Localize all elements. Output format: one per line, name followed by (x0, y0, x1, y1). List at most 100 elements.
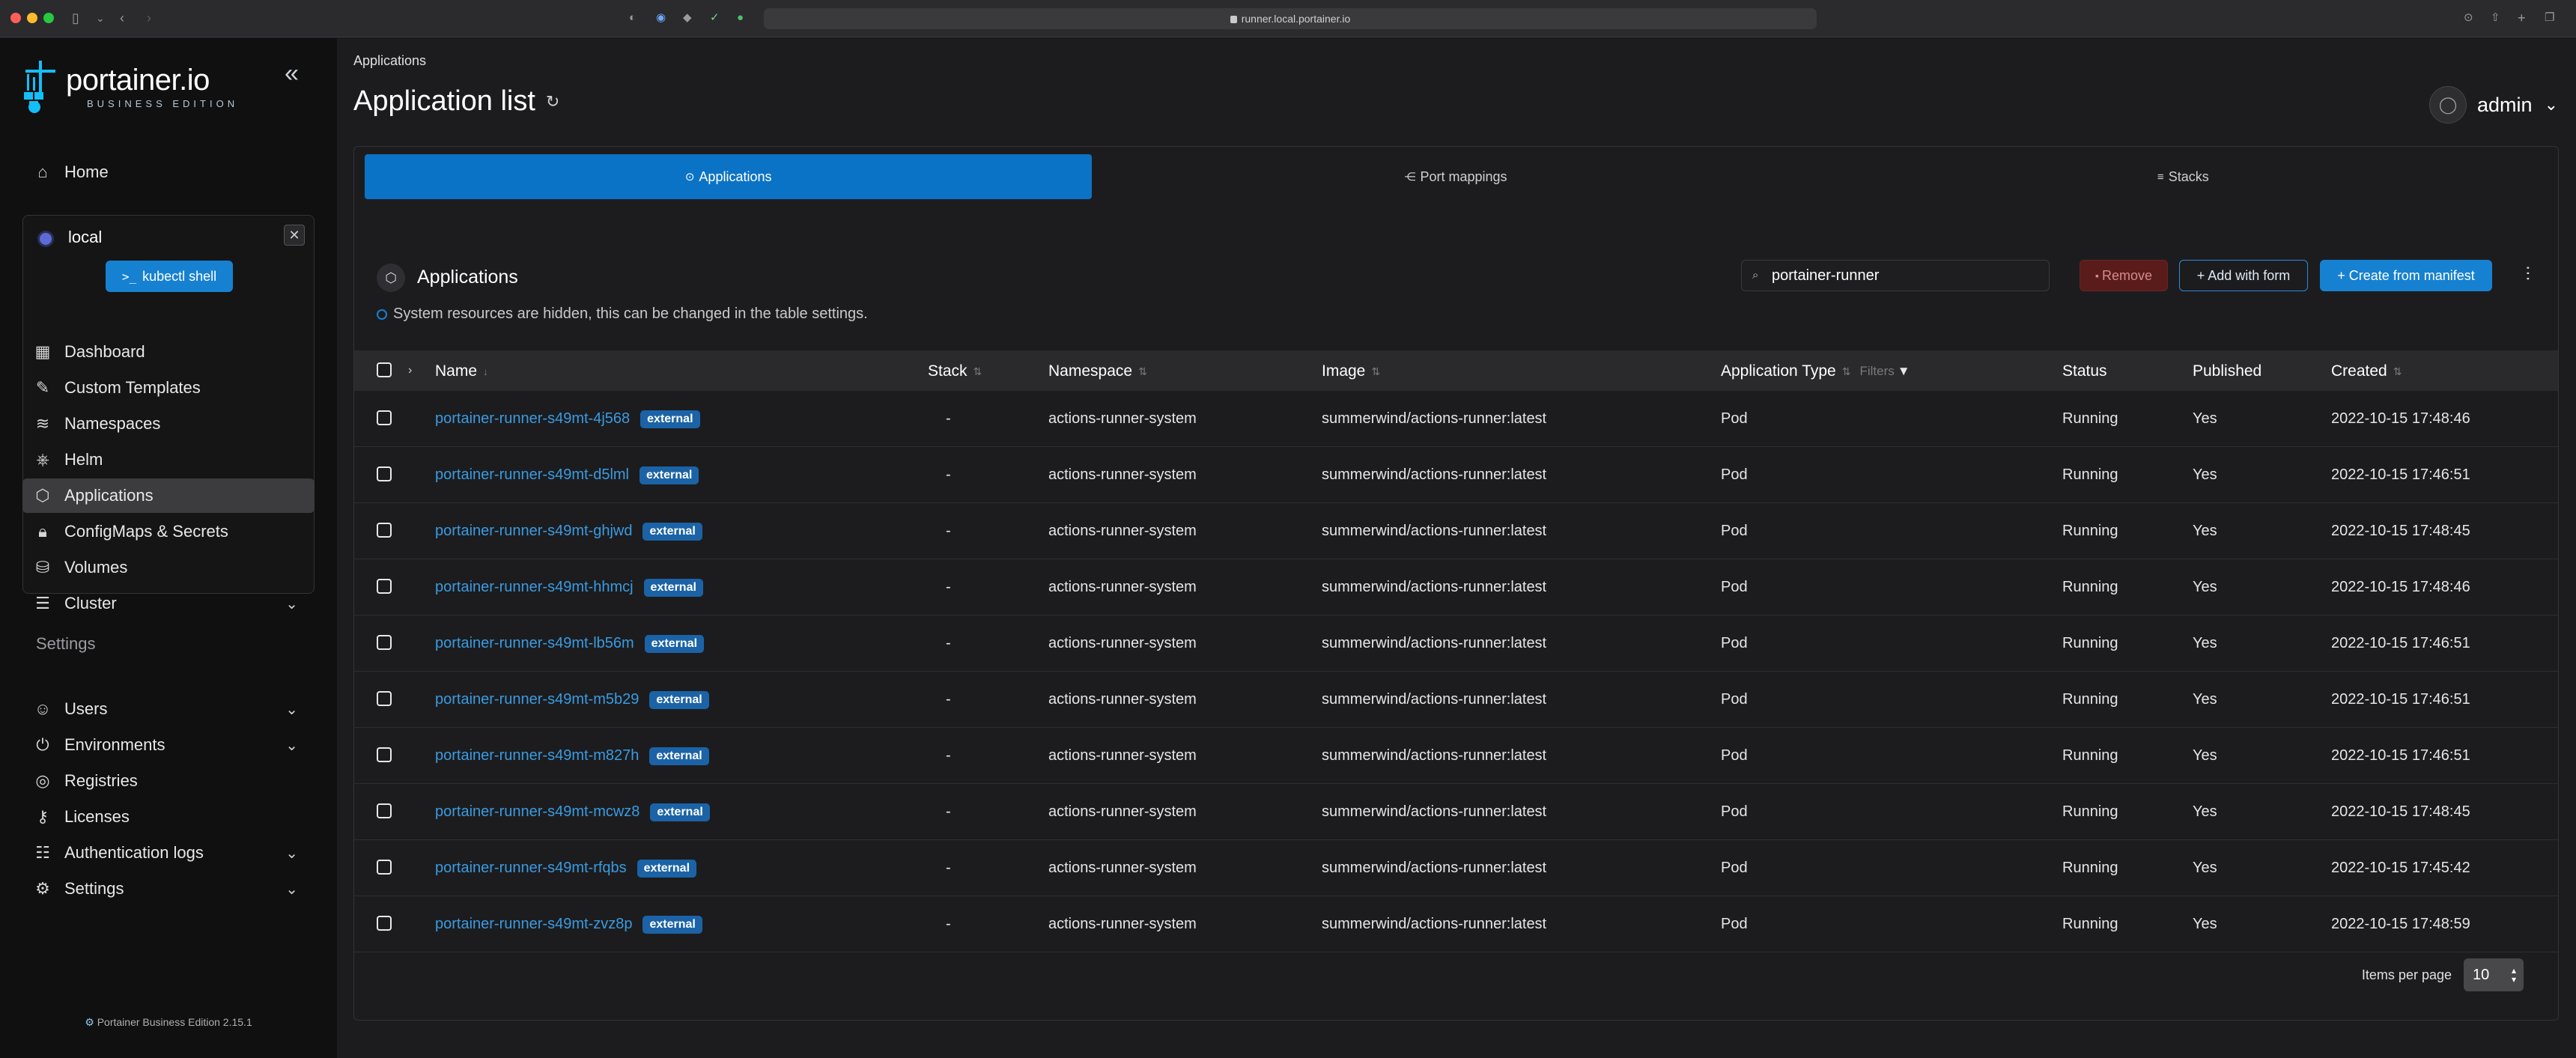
application-link[interactable]: portainer-runner-s49mt-ghjwd (435, 523, 632, 539)
extension-icon[interactable]: ◉ (656, 10, 666, 25)
key-icon: ⚷ (36, 807, 49, 826)
forward-icon[interactable]: › (147, 10, 151, 25)
column-header-application-type[interactable]: Application Type ⇅ Filters ▼ (1721, 362, 1910, 380)
application-link[interactable]: portainer-runner-s49mt-lb56m (435, 635, 634, 651)
minimize-window-button[interactable] (27, 13, 37, 23)
tab-port-mappings[interactable]: ⋲ Port mappings (1092, 154, 1819, 199)
column-header-namespace[interactable]: Namespace ⇅ (1048, 362, 1147, 380)
row-checkbox[interactable] (377, 747, 392, 762)
column-header-stack[interactable]: Stack ⇅ (928, 362, 982, 380)
status-cell: Running (2062, 860, 2118, 876)
filters-toggle[interactable]: Filters ▼ (1859, 364, 1910, 379)
close-environment-icon[interactable]: ✕ (284, 225, 305, 246)
sidebar-item-custom-templates[interactable]: ✎ Custom Templates (22, 371, 315, 405)
sidebar-item-users[interactable]: ☺ Users ⌄ (22, 692, 315, 726)
collapse-sidebar-icon[interactable]: « (285, 61, 299, 86)
search-input[interactable] (1772, 267, 2041, 285)
row-checkbox[interactable] (377, 410, 392, 425)
back-icon[interactable]: ‹ (120, 10, 124, 25)
row-checkbox[interactable] (377, 916, 392, 931)
version-footer: ⚙ Portainer Business Edition 2.15.1 (0, 1016, 337, 1029)
published-cell: Yes (2193, 747, 2217, 764)
edit-icon: ✎ (35, 378, 50, 397)
sidebar-item-dashboard[interactable]: ▦ Dashboard (22, 335, 315, 369)
stack-cell: - (946, 916, 951, 932)
image-cell: summerwind/actions-runner:latest (1322, 916, 1547, 932)
sidebar-item-namespaces[interactable]: ≋ Namespaces (22, 407, 315, 441)
row-checkbox[interactable] (377, 860, 392, 875)
row-checkbox[interactable] (377, 523, 392, 538)
row-checkbox[interactable] (377, 635, 392, 650)
chevron-down-icon[interactable]: ⌄ (96, 10, 105, 25)
sidebar-toggle-icon[interactable]: ▯ (72, 10, 79, 25)
logo-subtitle: BUSINESS EDITION (87, 98, 239, 109)
namespace-cell: actions-runner-system (1048, 579, 1197, 595)
remove-button[interactable]: ▪ Remove (2080, 260, 2168, 291)
extension-icon[interactable]: ● (737, 10, 744, 25)
application-link[interactable]: portainer-runner-s49mt-zvz8p (435, 916, 632, 932)
application-link[interactable]: portainer-runner-s49mt-rfqbs (435, 860, 627, 876)
application-link[interactable]: portainer-runner-s49mt-mcwz8 (435, 803, 640, 820)
column-header-created[interactable]: Created ⇅ (2331, 362, 2402, 380)
url-text: runner.local.portainer.io (1241, 13, 1351, 25)
row-checkbox[interactable] (377, 803, 392, 818)
sidebar-item-cluster[interactable]: ☰ Cluster ⌄ (22, 586, 315, 621)
column-header-name[interactable]: Name ↓ (435, 362, 488, 380)
row-checkbox[interactable] (377, 691, 392, 706)
name-cell: portainer-runner-s49mt-ghjwd external (435, 523, 702, 541)
portainer-logo-icon (24, 61, 55, 113)
sidebar-item-configmaps-secrets[interactable]: 🔒︎ ConfigMaps & Secrets (22, 514, 315, 549)
column-header-status: Status (2062, 362, 2107, 380)
select-all-checkbox[interactable] (377, 362, 392, 377)
sidebar-item-applications[interactable]: ⬡ Applications (22, 478, 315, 513)
application-link[interactable]: portainer-runner-s49mt-m5b29 (435, 691, 639, 708)
version-text: Portainer Business Edition 2.15.1 (97, 1016, 252, 1028)
zoom-window-button[interactable] (43, 13, 54, 23)
items-per-page-select[interactable]: 10 ▴ ▾ (2464, 958, 2524, 991)
external-badge: external (640, 410, 700, 428)
environment-name: local (68, 228, 103, 246)
tabs-overview-icon[interactable]: ❐ (2545, 10, 2554, 25)
column-header-image[interactable]: Image ⇅ (1322, 362, 1380, 380)
download-icon[interactable]: ⊙ (2464, 10, 2473, 25)
add-with-form-button[interactable]: + Add with form (2179, 260, 2308, 291)
extension-icon[interactable]: ◆ (683, 10, 692, 25)
sidebar-item-licenses[interactable]: ⚷ Licenses (22, 800, 315, 834)
sidebar-item-home[interactable]: ⌂ Home (22, 155, 315, 189)
create-from-manifest-button[interactable]: + Create from manifest (2320, 260, 2492, 291)
stack-cell: - (946, 747, 951, 764)
share-icon[interactable]: ⇧ (2491, 10, 2500, 25)
tab-applications[interactable]: ⊙ Applications (365, 154, 1093, 199)
sidebar-item-helm[interactable]: ⎈ Helm (22, 443, 315, 477)
expand-all-icon[interactable]: › (408, 364, 412, 377)
row-checkbox[interactable] (377, 466, 392, 481)
sidebar-item-authentication-logs[interactable]: ☷ Authentication logs ⌄ (22, 836, 315, 870)
extension-icon[interactable]: ✓ (710, 10, 720, 25)
sidebar-item-volumes[interactable]: ⛁ Volumes (22, 550, 315, 585)
table-row: portainer-runner-s49mt-m5b29 external - act… (354, 672, 2558, 728)
application-link[interactable]: portainer-runner-s49mt-4j568 (435, 410, 630, 427)
shield-icon[interactable]: ◐ (629, 10, 636, 25)
kubectl-shell-button[interactable]: >_ kubectl shell (106, 261, 233, 292)
portainer-logo[interactable]: portainer.io BUSINESS EDITION (22, 59, 262, 115)
refresh-icon[interactable]: ↻ (546, 92, 559, 112)
search-field[interactable]: ⌕ (1741, 260, 2050, 291)
application-link[interactable]: portainer-runner-s49mt-m827h (435, 747, 639, 764)
created-cell: 2022-10-15 17:48:46 (2331, 579, 2470, 595)
name-cell: portainer-runner-s49mt-d5lml external (435, 466, 699, 484)
sidebar-item-registries[interactable]: ◎ Registries (22, 764, 315, 798)
close-window-button[interactable] (10, 13, 21, 23)
address-bar[interactable]: runner.local.portainer.io (764, 8, 1817, 29)
sidebar-item-environments[interactable]: ⏻ Environments ⌄ (22, 728, 315, 762)
application-link[interactable]: portainer-runner-s49mt-d5lml (435, 466, 629, 483)
tab-stacks[interactable]: ≡ Stacks (1820, 154, 2547, 199)
user-menu[interactable]: ◯ admin ⌄ (2429, 86, 2558, 124)
breadcrumb[interactable]: Applications (353, 53, 426, 69)
more-options-icon[interactable]: ⋯ (2518, 265, 2538, 282)
type-cell: Pod (1721, 803, 1748, 820)
image-cell: summerwind/actions-runner:latest (1322, 410, 1547, 427)
new-tab-icon[interactable]: + (2518, 10, 2526, 25)
row-checkbox[interactable] (377, 579, 392, 594)
sidebar-item-settings[interactable]: ⚙ Settings ⌄ (22, 872, 315, 906)
application-link[interactable]: portainer-runner-s49mt-hhmcj (435, 579, 634, 595)
